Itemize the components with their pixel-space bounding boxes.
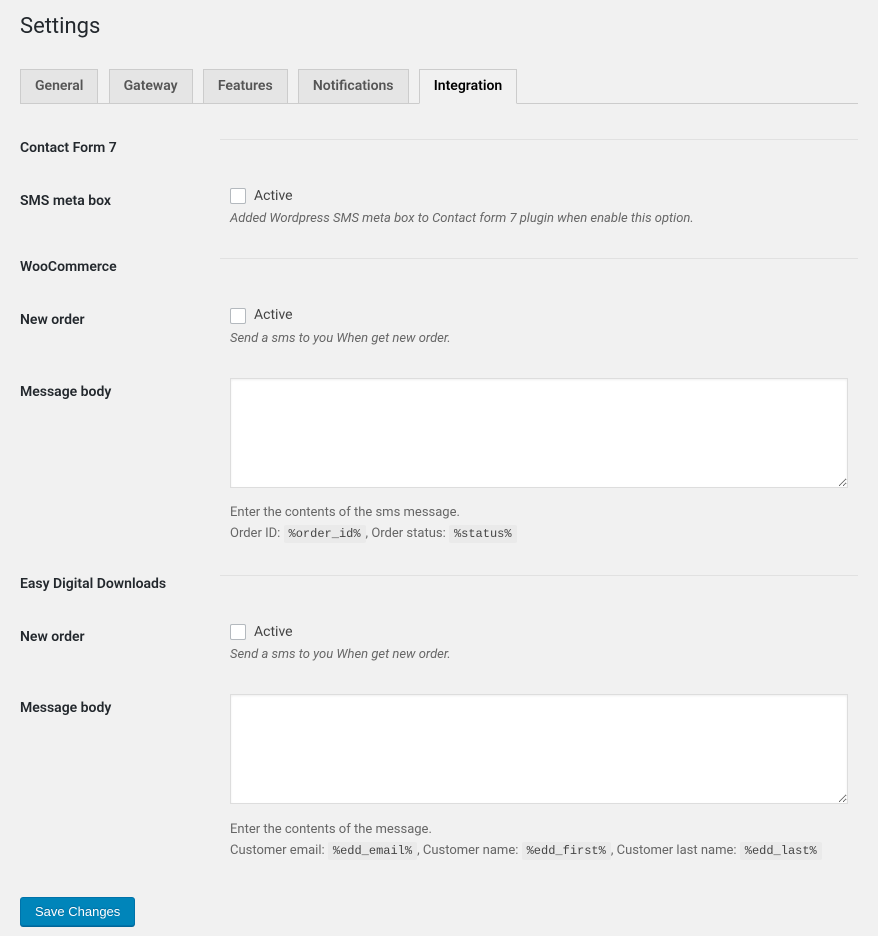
- tab-integration[interactable]: Integration: [419, 69, 517, 104]
- hint-edd-message-body: Enter the contents of the message. Custo…: [230, 820, 848, 862]
- description-edd-new-order: Send a sms to you When get new order.: [230, 647, 848, 664]
- section-edd: Easy Digital Downloads: [20, 560, 858, 608]
- row-woo-new-order: New order Active Send a sms to you When …: [20, 291, 858, 362]
- hint-edd-name-label: , Customer name:: [417, 843, 522, 858]
- checkbox-cf7-active-label: Active: [254, 187, 293, 205]
- description-woo-new-order: Send a sms to you When get new order.: [230, 331, 848, 348]
- section-cf7: Contact Form 7: [20, 124, 858, 172]
- section-woocommerce-title: WooCommerce: [20, 243, 220, 291]
- hint-edd-email-label: Customer email:: [230, 843, 328, 858]
- code-order-status: %status%: [449, 525, 517, 543]
- row-cf7-sms-meta-box: SMS meta box Active Added Wordpress SMS …: [20, 172, 858, 243]
- section-edd-title: Easy Digital Downloads: [20, 560, 220, 608]
- label-edd-new-order: New order: [20, 608, 220, 679]
- label-edd-message-body: Message body: [20, 679, 220, 876]
- row-woo-message-body: Message body Enter the contents of the s…: [20, 363, 858, 560]
- hint-woo-order-id-label: Order ID:: [230, 526, 284, 541]
- checkbox-edd-new-order-active[interactable]: [230, 624, 246, 640]
- checkbox-edd-new-order-active-label: Active: [254, 623, 293, 641]
- section-divider: [220, 575, 858, 576]
- description-cf7-sms-meta-box: Added Wordpress SMS meta box to Contact …: [230, 211, 848, 228]
- textarea-edd-message-body[interactable]: [230, 694, 848, 804]
- section-divider: [220, 139, 858, 140]
- checkbox-cf7-active[interactable]: [230, 188, 246, 204]
- tab-notifications[interactable]: Notifications: [298, 69, 409, 103]
- tabs-nav: General Gateway Features Notifications I…: [20, 59, 858, 104]
- section-divider: [220, 258, 858, 259]
- textarea-woo-message-body[interactable]: [230, 378, 848, 488]
- row-edd-message-body: Message body Enter the contents of the m…: [20, 679, 858, 876]
- label-woo-new-order: New order: [20, 291, 220, 362]
- row-edd-new-order: New order Active Send a sms to you When …: [20, 608, 858, 679]
- tab-features[interactable]: Features: [203, 69, 288, 103]
- tab-general[interactable]: General: [20, 69, 98, 103]
- hint-woo-order-status-label: , Order status:: [366, 526, 449, 541]
- section-cf7-title: Contact Form 7: [20, 124, 220, 172]
- hint-edd-intro: Enter the contents of the message.: [230, 822, 432, 837]
- checkbox-woo-new-order-active-label: Active: [254, 306, 293, 324]
- hint-edd-last-label: , Customer last name:: [611, 843, 740, 858]
- save-changes-button[interactable]: Save Changes: [20, 897, 135, 926]
- page-title: Settings: [20, 14, 858, 39]
- label-woo-message-body: Message body: [20, 363, 220, 560]
- hint-woo-message-body: Enter the contents of the sms message. O…: [230, 503, 848, 545]
- code-order-id: %order_id%: [284, 525, 366, 543]
- settings-form-table: Contact Form 7 SMS meta box Active Added…: [20, 124, 858, 877]
- checkbox-woo-new-order-active[interactable]: [230, 308, 246, 324]
- tab-gateway[interactable]: Gateway: [109, 69, 193, 103]
- hint-woo-intro: Enter the contents of the sms message.: [230, 505, 460, 520]
- section-woocommerce: WooCommerce: [20, 243, 858, 291]
- label-sms-meta-box: SMS meta box: [20, 172, 220, 243]
